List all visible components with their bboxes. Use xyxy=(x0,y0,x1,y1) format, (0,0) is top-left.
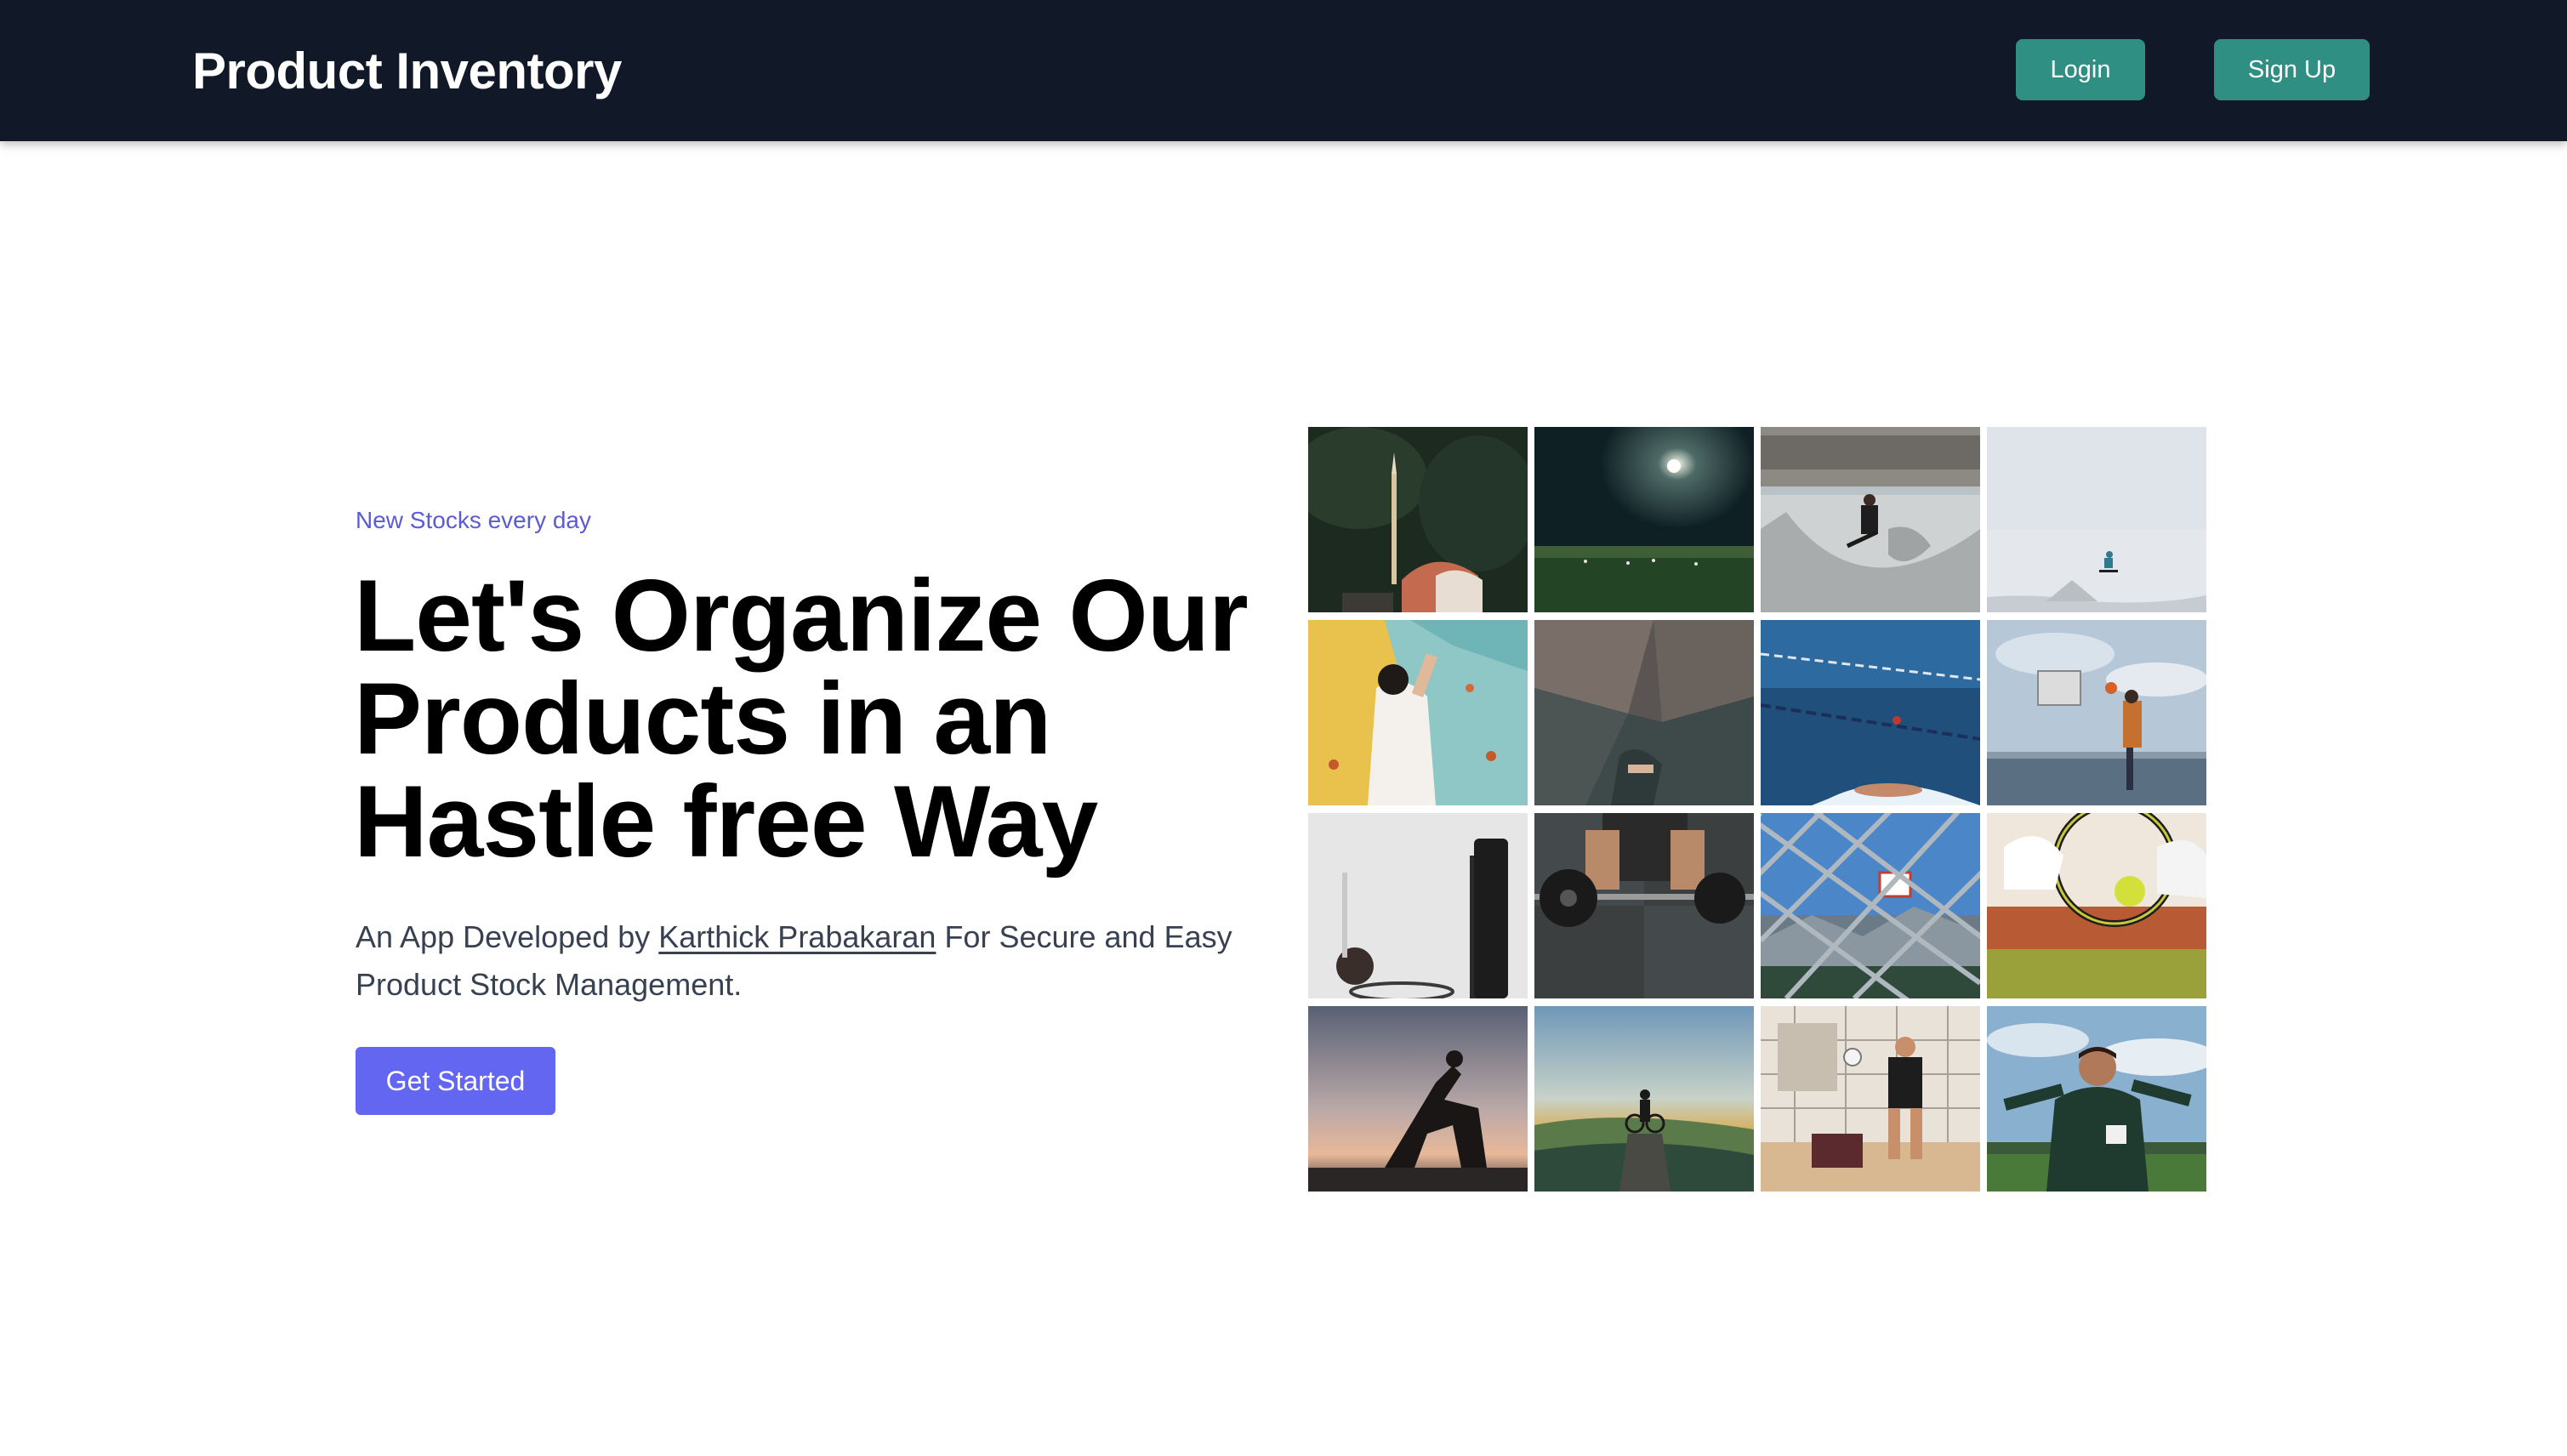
top-navbar: Product Inventory Login Sign Up xyxy=(0,0,2567,141)
archery-photo xyxy=(1308,427,1528,612)
weightlifting-photo xyxy=(1534,813,1754,998)
soccer-player-photo xyxy=(1987,1006,2206,1192)
headline-line: Let's Organize Our xyxy=(354,559,1249,673)
rock-climbing-wall-photo xyxy=(1308,620,1528,805)
tennis-racket-photo xyxy=(1987,813,2206,998)
description-prefix: An App Developed by xyxy=(356,919,659,954)
swimming-pool-photo xyxy=(1761,620,1980,805)
brand-title[interactable]: Product Inventory xyxy=(192,39,622,104)
headline-line: Products in an xyxy=(354,662,1051,776)
skier-jump-photo xyxy=(1987,427,2206,612)
hero-headline: Let's Organize Our Products in an Hastle… xyxy=(354,559,1249,879)
login-button[interactable]: Login xyxy=(2016,39,2145,100)
night-soccer-field-photo xyxy=(1534,427,1754,612)
bouldering-photo xyxy=(1534,620,1754,805)
get-started-button[interactable]: Get Started xyxy=(356,1047,555,1115)
chain-fence-basketball-photo xyxy=(1761,813,1980,998)
hero-eyebrow: New Stocks every day xyxy=(356,507,591,533)
skatepark-photo xyxy=(1761,427,1980,612)
hero-description: An App Developed by Karthick Prabakaran … xyxy=(356,913,1249,1009)
mountain-biker-photo xyxy=(1534,1006,1754,1192)
basketball-dunk-photo xyxy=(1987,620,2206,805)
sports-photo-grid xyxy=(1308,427,2206,1192)
basketball-hoop-photo xyxy=(1308,813,1528,998)
volleyball-photo xyxy=(1761,1006,1980,1192)
yoga-silhouette-photo xyxy=(1308,1006,1528,1192)
author-link[interactable]: Karthick Prabakaran xyxy=(658,919,936,954)
signup-button[interactable]: Sign Up xyxy=(2214,39,2370,100)
headline-line: Hastle free Way xyxy=(354,765,1098,879)
